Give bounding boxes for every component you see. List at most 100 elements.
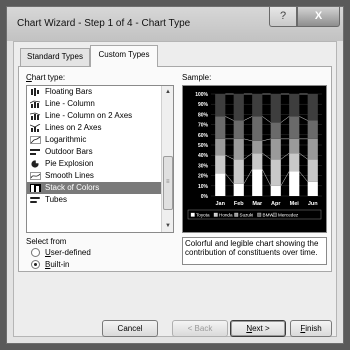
x-tick-label: Mei	[290, 201, 300, 207]
list-item[interactable]: Lines on 2 Axes	[27, 122, 161, 134]
bar-segment	[252, 169, 263, 196]
select-from-label: Select from	[26, 237, 67, 246]
series-connector	[225, 154, 234, 160]
scroll-thumb[interactable]: ≡	[163, 156, 173, 210]
legend-swatch	[272, 212, 277, 217]
list-item[interactable]: Pie Explosion	[27, 158, 161, 170]
y-tick-label: 40%	[198, 153, 209, 159]
series-connector	[262, 169, 271, 186]
close-button[interactable]: X	[297, 7, 340, 27]
built-in-label[interactable]: Built-in	[45, 260, 69, 269]
list-item[interactable]: Logarithmic	[27, 134, 161, 146]
pie-explosion-icon	[31, 160, 40, 168]
series-connector	[280, 116, 290, 123]
list-scrollbar[interactable]: ▲ ≡ ▼	[161, 86, 173, 232]
sample-label: Sample:	[182, 73, 212, 82]
list-item-label: Pie Explosion	[45, 159, 94, 168]
bar-segment	[215, 138, 226, 156]
x-tick-label: Jun	[308, 201, 318, 207]
bar-segment	[215, 116, 226, 139]
list-item-label: Stack of Colors	[45, 183, 100, 192]
radio-dot	[34, 263, 37, 266]
x-tick-label: Jan	[216, 201, 226, 207]
bar-segment	[289, 171, 300, 196]
y-tick-label: 10%	[198, 184, 209, 190]
chart-description: Colorful and legible chart showing the c…	[182, 237, 327, 265]
series-connector	[262, 138, 271, 142]
title-bar[interactable]: Chart Wizard - Step 1 of 4 - Chart Type …	[7, 7, 343, 41]
built-in-radio[interactable]	[31, 260, 40, 269]
finish-button[interactable]: Finish	[290, 320, 332, 337]
cancel-button[interactable]: Cancel	[102, 320, 158, 337]
next-button[interactable]: Next >	[230, 320, 286, 337]
select-from-group: Select from User-defined Built-in	[26, 237, 174, 269]
y-tick-label: 70%	[198, 123, 209, 129]
series-connector	[262, 152, 271, 160]
y-tick-label: 90%	[198, 102, 209, 108]
list-item[interactable]: Tubes	[27, 194, 161, 206]
user-defined-radio[interactable]	[31, 248, 40, 257]
list-item[interactable]: Smooth Lines	[27, 170, 161, 182]
line-column-2-axes-icon	[30, 112, 41, 120]
series-connector	[280, 171, 290, 186]
list-item[interactable]: Outdoor Bars	[27, 146, 161, 158]
bar-segment	[233, 183, 244, 196]
chart-type-label: Chart type:	[26, 73, 66, 82]
scroll-down-arrow-icon[interactable]: ▼	[162, 220, 173, 232]
list-item[interactable]: Line - Column on 2 Axes	[27, 110, 161, 122]
list-item[interactable]: Line - Column	[27, 98, 161, 110]
grip-icon: ≡	[166, 179, 170, 185]
series-connector	[299, 116, 308, 121]
user-defined-label[interactable]: User-defined	[45, 248, 91, 257]
bar-segment	[233, 138, 244, 160]
legend-swatch	[257, 212, 262, 217]
legend-label: Mercedez	[278, 213, 299, 218]
bar-segment	[215, 94, 226, 117]
bar-segment	[252, 116, 263, 141]
list-item-label: Line - Column on 2 Axes	[45, 111, 133, 120]
series-connector	[262, 116, 271, 123]
chart-wizard-dialog: Chart Wizard - Step 1 of 4 - Chart Type …	[6, 6, 344, 344]
logarithmic-icon	[30, 136, 41, 144]
series-connector	[225, 173, 234, 184]
tubes-icon	[30, 197, 40, 203]
bar-segment	[252, 140, 263, 154]
x-tick-label: Feb	[234, 201, 244, 207]
chart-type-list[interactable]: Floating Bars Line - Column Line - Colum…	[26, 85, 174, 233]
scroll-up-arrow-icon[interactable]: ▲	[162, 86, 173, 98]
list-item[interactable]: Floating Bars	[27, 86, 161, 98]
y-tick-label: 80%	[198, 112, 209, 118]
legend-label: BMW	[263, 213, 275, 218]
tab-standard-types[interactable]: Standard Types	[20, 48, 90, 66]
bar-segment	[307, 138, 318, 160]
bar-segment	[289, 138, 300, 154]
list-item-label: Floating Bars	[45, 87, 93, 96]
y-tick-label: 0%	[201, 194, 209, 200]
legend-swatch	[190, 212, 195, 217]
bar-segment	[307, 159, 318, 182]
back-button[interactable]: < Back	[172, 320, 228, 337]
series-connector	[243, 116, 253, 121]
y-tick-label: 50%	[198, 143, 209, 149]
list-item-label: Line - Column	[45, 99, 95, 108]
bar-segment	[252, 94, 263, 117]
list-item-label: Tubes	[45, 195, 67, 204]
dialog-body: Standard Types Custom Types Chart type: …	[13, 41, 337, 337]
lines-2-axes-icon	[30, 124, 41, 132]
bar-segment	[270, 94, 281, 123]
legend-swatch	[213, 212, 218, 217]
list-item-label: Lines on 2 Axes	[45, 123, 102, 132]
bar-segment	[307, 94, 318, 121]
legend-swatch	[234, 212, 239, 217]
y-tick-label: 30%	[198, 163, 209, 169]
bar-segment	[270, 138, 281, 160]
legend-label: Honda	[219, 213, 233, 218]
list-item-selected[interactable]: Stack of Colors	[27, 182, 161, 194]
outdoor-bars-icon	[30, 149, 40, 155]
list-item-label: Outdoor Bars	[45, 147, 93, 156]
y-tick-label: 20%	[198, 174, 209, 180]
help-button[interactable]: ?	[269, 7, 297, 27]
tab-custom-types[interactable]: Custom Types	[90, 45, 158, 67]
series-connector	[280, 152, 290, 160]
bar-segment	[270, 159, 281, 186]
